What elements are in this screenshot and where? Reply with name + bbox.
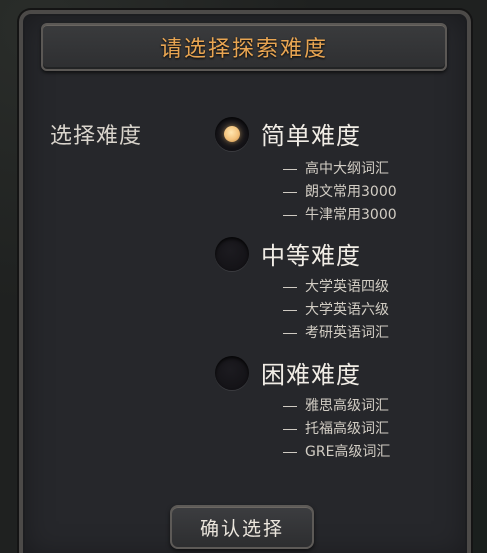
- radio-medium[interactable]: [215, 236, 249, 271]
- wordlist-item: 大学英语六级: [283, 299, 389, 322]
- dash-icon: [283, 405, 297, 407]
- wordlist-label: GRE高级词汇: [305, 444, 391, 460]
- wordlist-item: 考研英语词汇: [283, 322, 389, 345]
- medium-wordlists: 大学英语四级 大学英语六级 考研英语词汇: [283, 276, 389, 345]
- wordlist-item: 托福高级词汇: [283, 418, 390, 441]
- wordlist-item: 牛津常用3000: [283, 204, 397, 227]
- difficulty-option-label: 困难难度: [261, 361, 361, 389]
- wordlist-item: 大学英语四级: [283, 276, 389, 299]
- difficulty-option-medium[interactable]: 中等难度: [215, 236, 361, 271]
- dialog-title: 请选择探索难度: [159, 37, 328, 62]
- wordlist-label: 大学英语六级: [305, 302, 389, 318]
- dash-icon: [283, 309, 297, 311]
- radio-selected-dot: [224, 125, 240, 142]
- dash-icon: [283, 451, 297, 453]
- wordlist-label: 高中大纲词汇: [305, 161, 389, 177]
- wordlist-item: 朗文常用3000: [283, 181, 397, 204]
- radio-easy[interactable]: [215, 116, 249, 151]
- dash-icon: [283, 168, 297, 170]
- radio-hard[interactable]: [215, 355, 249, 390]
- wordlist-label: 托福高级词汇: [305, 421, 389, 437]
- wordlist-label: 考研英语词汇: [305, 325, 389, 341]
- dash-icon: [283, 428, 297, 430]
- wordlist-item: GRE高级词汇: [283, 441, 390, 464]
- game-screen: 请选择探索难度 选择难度 简单难度 高中大纲词汇 朗文常用3000 牛津常用30…: [0, 0, 487, 553]
- difficulty-option-label: 简单难度: [261, 122, 361, 150]
- dash-icon: [283, 286, 297, 288]
- difficulty-option-easy[interactable]: 简单难度: [215, 116, 361, 151]
- difficulty-section-label: 选择难度: [50, 124, 143, 149]
- difficulty-option-hard[interactable]: 困难难度: [215, 355, 361, 390]
- dash-icon: [283, 191, 297, 193]
- difficulty-option-label: 中等难度: [261, 242, 361, 270]
- confirm-button[interactable]: 确认选择: [170, 505, 314, 549]
- dash-icon: [283, 332, 297, 334]
- wordlist-item: 雅思高级词汇: [283, 395, 390, 418]
- dash-icon: [283, 214, 297, 216]
- dialog-title-bar: 请选择探索难度: [41, 23, 447, 71]
- wordlist-label: 大学英语四级: [305, 279, 389, 295]
- wordlist-label: 牛津常用3000: [305, 207, 397, 223]
- difficulty-dialog: [19, 10, 471, 553]
- hard-wordlists: 雅思高级词汇 托福高级词汇 GRE高级词汇: [283, 395, 390, 464]
- wordlist-label: 朗文常用3000: [305, 184, 397, 200]
- easy-wordlists: 高中大纲词汇 朗文常用3000 牛津常用3000: [283, 158, 397, 227]
- wordlist-item: 高中大纲词汇: [283, 158, 397, 181]
- wordlist-label: 雅思高级词汇: [305, 398, 389, 414]
